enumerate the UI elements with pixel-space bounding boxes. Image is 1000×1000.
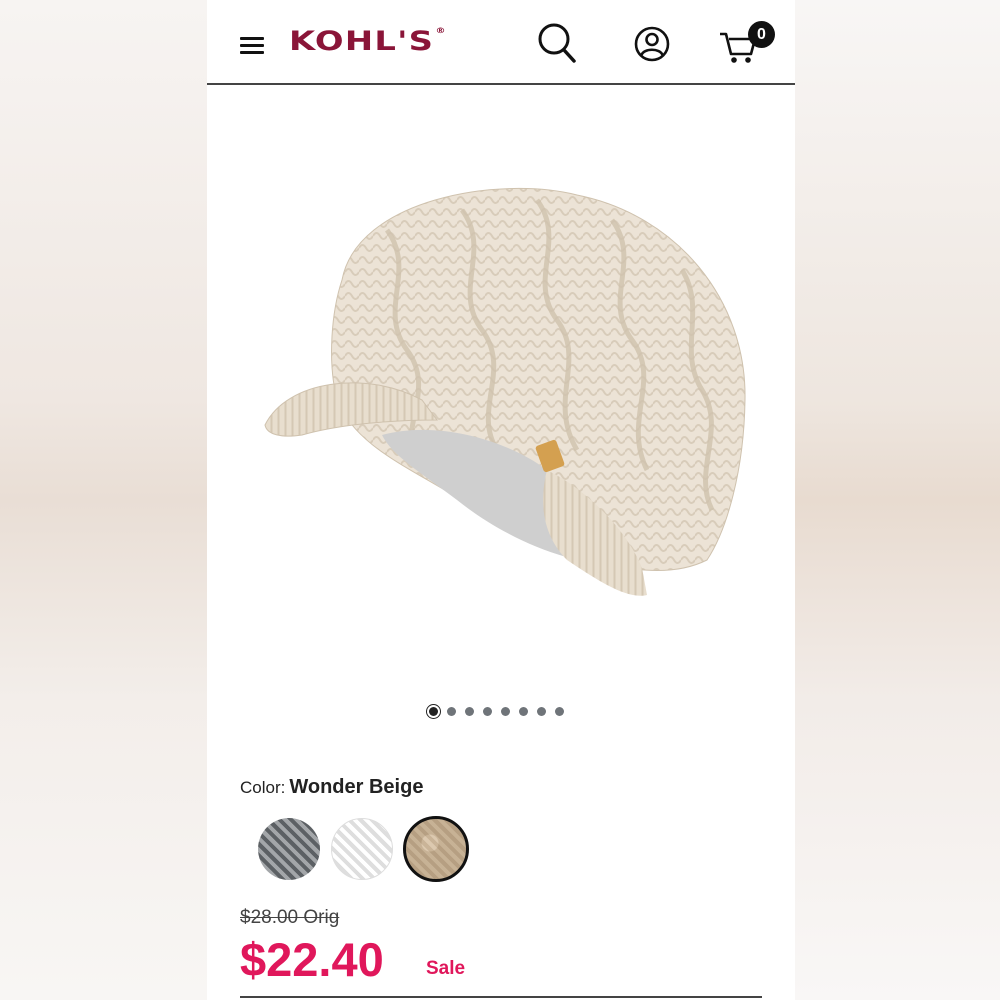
- sale-price: $22.40: [240, 933, 384, 986]
- image-carousel-dots[interactable]: [427, 707, 587, 719]
- carousel-dot[interactable]: [447, 707, 456, 716]
- carousel-dot[interactable]: [465, 707, 474, 716]
- swatch-white[interactable]: [331, 818, 393, 880]
- hamburger-menu-icon[interactable]: [240, 37, 264, 55]
- search-icon[interactable]: [537, 22, 577, 64]
- divider: [240, 996, 762, 998]
- carousel-dot[interactable]: [501, 707, 510, 716]
- kohls-logo[interactable]: KOHL'S®: [289, 26, 447, 57]
- phone-screen: KOHL'S® 0 Color: Wonder Beige $28.00 Ori…: [207, 0, 795, 1000]
- account-icon[interactable]: [634, 26, 670, 62]
- cart-count-badge[interactable]: 0: [748, 21, 775, 48]
- color-selection-label: Color: Wonder Beige: [240, 776, 423, 799]
- right-background: [795, 0, 1000, 1000]
- carousel-dot[interactable]: [537, 707, 546, 716]
- carousel-dot[interactable]: [483, 707, 492, 716]
- swatch-beige-selected[interactable]: [403, 816, 469, 882]
- sale-label: Sale: [426, 958, 466, 979]
- swatch-gray[interactable]: [258, 818, 320, 880]
- product-image[interactable]: [247, 170, 757, 610]
- logo-registered-mark: ®: [435, 26, 447, 35]
- carousel-dot[interactable]: [519, 707, 528, 716]
- carousel-dot[interactable]: [429, 707, 438, 716]
- color-value: Wonder Beige: [289, 776, 424, 798]
- color-label: Color:: [240, 778, 286, 797]
- left-background: [0, 0, 207, 1000]
- site-header: KOHL'S® 0: [207, 0, 795, 85]
- logo-text: KOHL'S: [289, 26, 435, 57]
- carousel-dot[interactable]: [555, 707, 564, 716]
- original-price: $28.00 Orig: [240, 907, 340, 928]
